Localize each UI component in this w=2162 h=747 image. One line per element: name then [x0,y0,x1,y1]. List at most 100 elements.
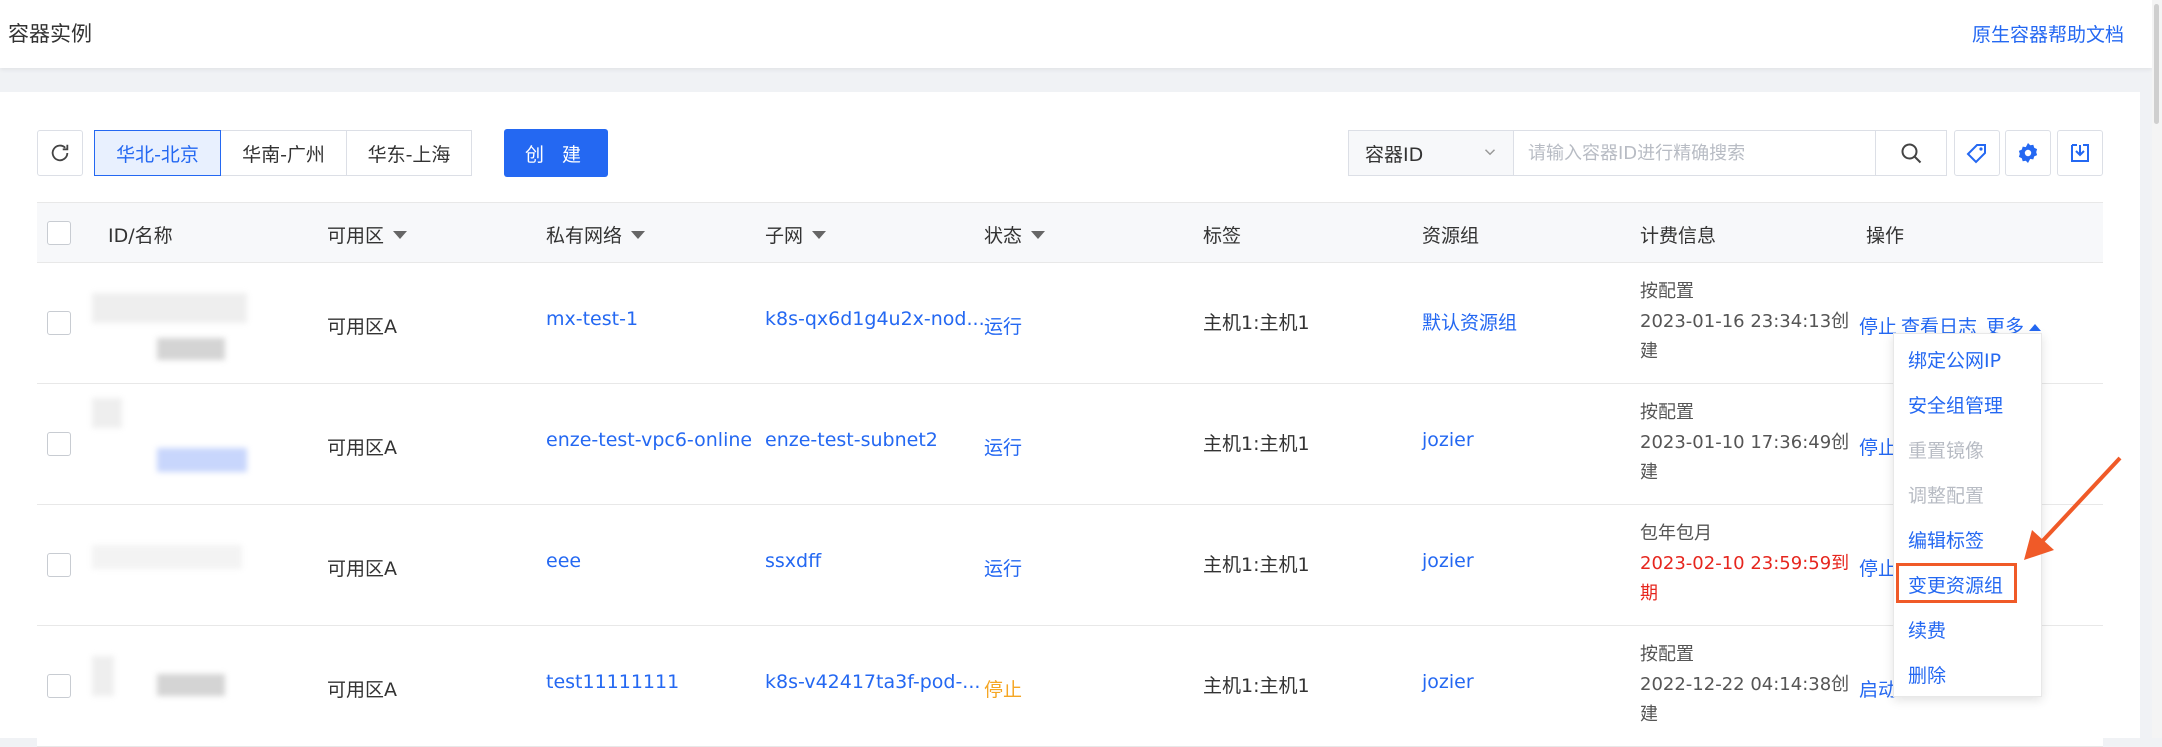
stop-button[interactable]: 停止 [1859,433,1897,460]
billing-info: 按配置 2023-01-10 17:36:49创建 [1640,398,1850,488]
page-title: 容器实例 [8,22,92,46]
page-scrollbar[interactable] [2152,0,2162,738]
row-checkbox[interactable] [47,311,71,335]
col-actions: 操作 [1866,225,1905,247]
refresh-icon [51,144,69,162]
subnet-link[interactable]: k8s-qx6d1g4u2x-nod... [765,308,985,330]
table-row: 可用区A eee ssxdff 运行 主机1:主机1 jozier 包年包月 2… [37,505,2103,626]
zone-cell: 可用区A [327,558,397,580]
annotation-arrow-icon [2024,456,2122,560]
caret-down-icon [631,230,646,239]
resource-group-link[interactable]: jozier [1422,550,1474,572]
chevron-down-icon [1484,149,1496,156]
menu-item-reset-image[interactable]: 重置镜像 [1908,436,1984,463]
row-checkbox[interactable] [47,674,71,698]
select-all-checkbox[interactable] [47,221,71,245]
zone-cell: 可用区A [327,316,397,338]
col-id-name: ID/名称 [108,225,173,247]
billing-info: 包年包月 2023-02-10 23:59:59到期 [1640,519,1850,609]
vpc-link[interactable]: mx-test-1 [546,308,638,330]
col-zone-filter[interactable]: 可用区 [327,221,408,248]
menu-item-resize[interactable]: 调整配置 [1908,481,1984,508]
start-button[interactable]: 启动 [1859,675,1897,702]
region-tabs: 华北-北京 华南-广州 华东-上海 [94,130,472,176]
billing-mode: 按配置 [1640,644,1694,665]
billing-mode: 包年包月 [1640,523,1712,544]
col-vpc: 私有网络 [546,225,623,247]
menu-item-bind-eip[interactable]: 绑定公网IP [1908,346,2001,373]
zone-cell: 可用区A [327,437,397,459]
table-header: ID/名称 可用区 私有网络 子网 状态 标签 资源组 计费信息 操作 [37,202,2103,263]
redacted-name [157,448,247,472]
create-button[interactable]: 创 建 [504,129,608,177]
search-icon [1901,143,1922,164]
billing-time: 2023-01-10 17:36:49创建 [1640,432,1850,483]
status-badge: 运行 [984,437,1023,459]
status-badge: 运行 [984,316,1023,338]
vpc-link[interactable]: enze-test-vpc6-online [546,429,752,451]
redacted-id [92,656,114,696]
col-billing: 计费信息 [1640,225,1717,247]
redacted-id [92,545,242,569]
menu-item-renew[interactable]: 续费 [1908,616,1946,643]
col-status: 状态 [984,225,1023,247]
col-tags: 标签 [1203,225,1242,247]
table-row: 可用区A test11111111 k8s-v42417ta3f-pod-...… [37,626,2103,747]
region-tab-beijing[interactable]: 华北-北京 [94,130,221,176]
subnet-link[interactable]: enze-test-subnet2 [765,429,938,451]
row-checkbox[interactable] [47,553,71,577]
status-badge: 运行 [984,558,1023,580]
refresh-button[interactable] [37,130,83,176]
menu-item-edit-tags[interactable]: 编辑标签 [1908,526,1984,553]
resource-group-link[interactable]: 默认资源组 [1422,308,1517,335]
billing-expire-time: 2023-02-10 23:59:59到期 [1640,553,1850,604]
col-status-filter[interactable]: 状态 [984,221,1046,248]
gear-icon [2018,143,2038,163]
col-subnet: 子网 [765,225,804,247]
redacted-name [157,674,225,696]
region-tab-shanghai[interactable]: 华东-上海 [346,130,472,176]
search-field-select-value: 容器ID [1365,143,1424,166]
table-row: 可用区A enze-test-vpc6-online enze-test-sub… [37,384,2103,505]
download-button[interactable] [2057,130,2103,176]
help-doc-link[interactable]: 原生容器帮助文档 [1972,20,2124,47]
menu-item-security-group[interactable]: 安全组管理 [1908,391,2003,418]
redacted-id [92,293,247,323]
tags-cell: 主机1:主机1 [1203,554,1310,576]
subnet-link[interactable]: k8s-v42417ta3f-pod-... [765,671,980,693]
stop-button[interactable]: 停止 [1859,554,1897,581]
tag-icon [1966,144,1986,164]
zone-cell: 可用区A [327,679,397,701]
header-bar: 容器实例 原生容器帮助文档 [0,0,2152,68]
settings-button[interactable] [2005,130,2051,176]
col-vpc-filter[interactable]: 私有网络 [546,221,646,248]
vpc-link[interactable]: test11111111 [546,671,679,693]
table-row: 可用区A mx-test-1 k8s-qx6d1g4u2x-nod... 运行 … [37,263,2103,384]
caret-down-icon [393,230,408,239]
tags-cell: 主机1:主机1 [1203,433,1310,455]
caret-up-icon [2029,324,2042,331]
redacted-id [92,398,122,428]
annotation-highlight-box [1896,563,2017,603]
subnet-link[interactable]: ssxdff [765,550,821,572]
row-checkbox[interactable] [47,432,71,456]
search-field-select[interactable]: 容器ID [1348,130,1514,176]
billing-info: 按配置 2022-12-22 04:14:38创建 [1640,640,1850,730]
resource-group-link[interactable]: jozier [1422,671,1474,693]
search-input[interactable] [1513,130,1876,176]
stop-button[interactable]: 停止 [1859,312,1897,339]
region-tab-guangzhou[interactable]: 华南-广州 [220,130,347,176]
menu-item-delete[interactable]: 删除 [1908,661,1946,688]
caret-down-icon [1031,230,1046,239]
search-button[interactable] [1875,130,1947,176]
col-zone: 可用区 [327,225,385,247]
billing-mode: 按配置 [1640,402,1694,423]
billing-mode: 按配置 [1640,281,1694,302]
scrollbar-thumb[interactable] [2154,4,2159,124]
resource-group-link[interactable]: jozier [1422,429,1474,451]
tag-edit-button[interactable] [1954,130,2000,176]
caret-down-icon [812,230,827,239]
redacted-name [157,338,225,360]
vpc-link[interactable]: eee [546,550,581,572]
col-subnet-filter[interactable]: 子网 [765,221,827,248]
